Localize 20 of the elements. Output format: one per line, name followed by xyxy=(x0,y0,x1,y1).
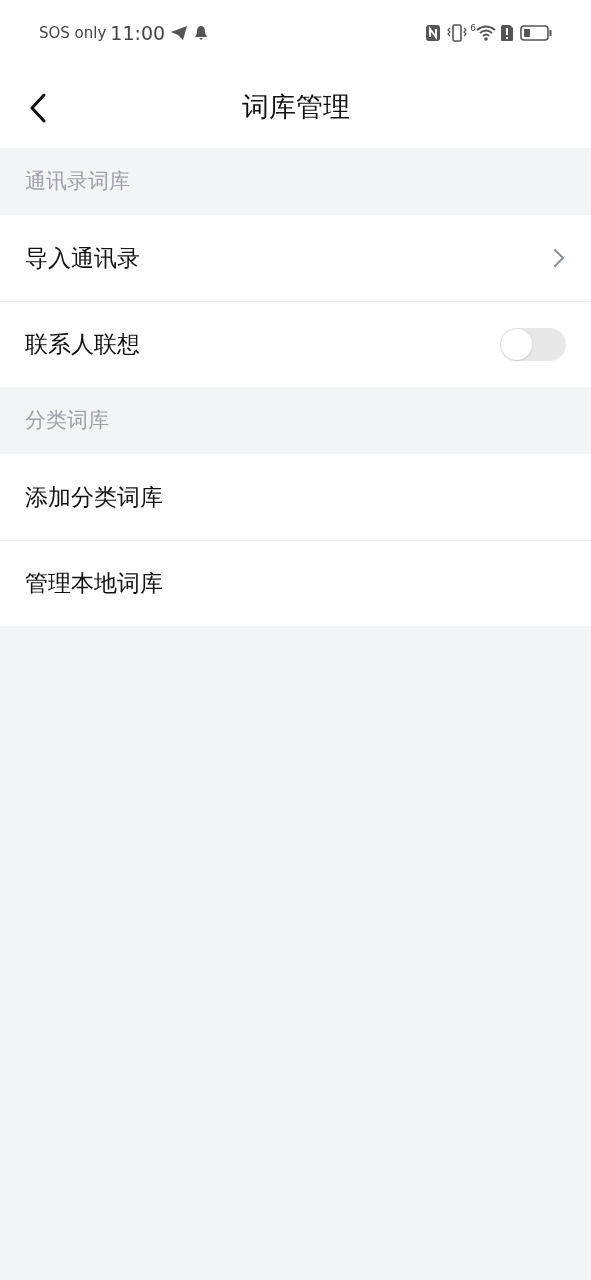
sim-alert-icon xyxy=(500,24,514,42)
back-icon[interactable] xyxy=(29,93,47,123)
section-header: 通讯录词库 xyxy=(25,167,130,195)
item-label: 添加分类词库 xyxy=(25,482,164,512)
vibrate-icon xyxy=(447,24,468,42)
send-icon xyxy=(170,25,189,41)
section-header: 分类词库 xyxy=(25,406,109,434)
carrier-text: SOS only xyxy=(39,22,107,44)
item-label: 管理本地词库 xyxy=(25,569,164,599)
page-title: 词库管理 xyxy=(241,89,350,124)
bell-icon xyxy=(194,25,209,41)
battery-icon xyxy=(520,24,552,42)
chevron-icon xyxy=(553,248,565,268)
item-label: 联系人联想 xyxy=(25,330,141,360)
clock-text: 11:00 xyxy=(110,20,166,46)
wifi-generation-label: 6 xyxy=(470,22,476,35)
item-label: 导入通讯录 xyxy=(25,243,141,273)
toggle-switch[interactable] xyxy=(500,328,566,361)
nfc-icon xyxy=(425,24,442,42)
wifi-icon xyxy=(476,25,496,41)
